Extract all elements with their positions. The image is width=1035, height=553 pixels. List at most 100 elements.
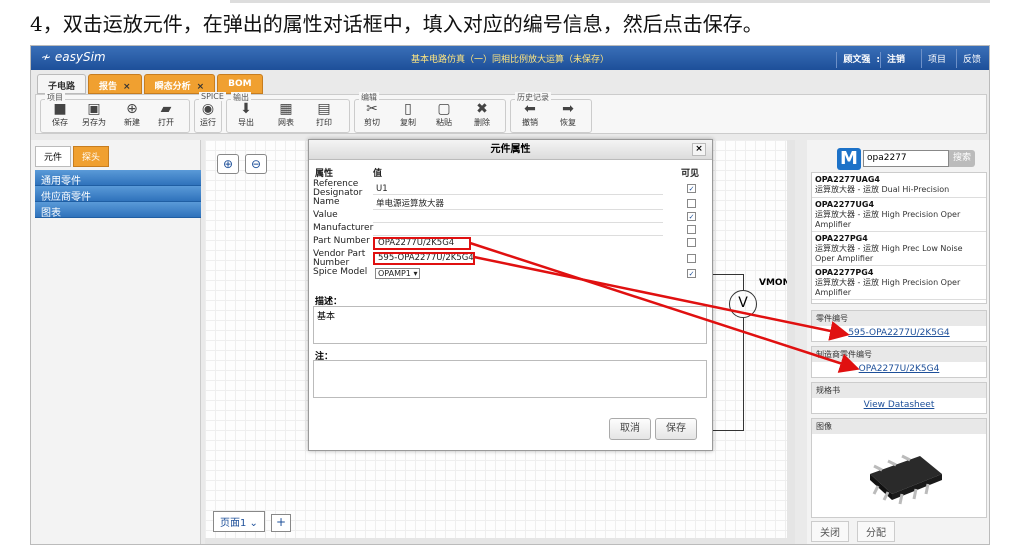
save-button[interactable]: ■ 保存 <box>44 101 76 128</box>
prop-row-manufacturer: Manufacturer <box>313 224 705 237</box>
dialog-header: 元件属性 × <box>309 140 712 160</box>
value-field[interactable] <box>373 211 663 223</box>
sidebar-item-vendor-parts[interactable]: 供应商零件 <box>35 186 201 203</box>
part-search-input[interactable]: opa2277 <box>863 150 949 167</box>
new-button[interactable]: ⊕ 新建 <box>116 101 148 128</box>
close-button[interactable]: 关闭 <box>811 521 849 542</box>
printer-icon: ▤ <box>317 101 331 117</box>
wire <box>713 274 743 275</box>
user-name: 顾文强: 注销 <box>830 49 917 68</box>
mouser-logo: M <box>837 148 861 170</box>
part-number-field[interactable]: OPA2277U/2K5G4 <box>373 237 471 250</box>
search-button[interactable]: 搜索 <box>949 150 975 167</box>
tab-transient[interactable]: 瞬态分析 × <box>143 74 216 94</box>
voltmeter-icon[interactable]: V <box>729 290 757 318</box>
undo-button[interactable]: ⬅ 撤销 <box>514 101 546 128</box>
vmon-label: VMON <box>759 278 791 288</box>
tab-probes[interactable]: 探头 <box>73 146 110 167</box>
visible-checkbox[interactable] <box>687 199 696 208</box>
visible-checkbox[interactable]: ✓ <box>687 269 696 278</box>
scissors-icon: ✂ <box>366 101 378 117</box>
wire <box>743 274 744 290</box>
netlist-icon: ▦ <box>279 101 293 117</box>
logout-link[interactable]: 注销 <box>879 52 911 68</box>
visible-checkbox[interactable]: ✓ <box>687 212 696 221</box>
close-icon[interactable]: × <box>197 82 205 92</box>
export-button[interactable]: ⬇ 导出 <box>230 101 262 128</box>
download-icon: ⬇ <box>240 101 252 117</box>
prop-row-refdes: Reference Designator U1 ✓ <box>313 179 696 198</box>
right-footer: 关闭 分配 <box>811 521 895 542</box>
tab-bom[interactable]: BOM <box>217 74 263 94</box>
tab-subcircuit[interactable]: 子电路 <box>37 74 87 94</box>
feedback-link[interactable]: 反馈 <box>955 49 987 68</box>
tab-components[interactable]: 元件 <box>35 146 72 167</box>
zoom-out-icon[interactable]: ⊖ <box>245 154 267 174</box>
assign-button[interactable]: 分配 <box>857 521 895 542</box>
copy-button[interactable]: ▯ 复制 <box>392 101 424 128</box>
tab-report[interactable]: 报告 × <box>88 74 142 94</box>
part-number-value[interactable]: 595-OPA2277U/2K5G4 <box>812 326 986 341</box>
vendor-part-field[interactable]: 595-OPA2277U/2K5G4 <box>373 252 475 265</box>
part-number-box: 零件编号 595-OPA2277U/2K5G4 <box>811 310 987 342</box>
title-links: 顾文强: 注销 项目 反馈 <box>830 49 987 68</box>
manufacturer-field[interactable] <box>373 224 663 236</box>
right-panel: M opa2277 搜索 OPA2277UAG4 运算放大器 - 运放 Dual … <box>807 140 989 544</box>
chevron-down-icon: ▾ <box>413 269 418 278</box>
sidebar-item-charts[interactable]: 图表 <box>35 202 201 219</box>
delete-button[interactable]: ✖ 删除 <box>466 101 498 128</box>
datasheet-link[interactable]: View Datasheet <box>812 398 986 413</box>
app-logo: ≁ easySim <box>41 50 106 64</box>
save-as-icon: ▣ <box>87 101 101 117</box>
print-button[interactable]: ▤ 打印 <box>308 101 340 128</box>
visible-checkbox[interactable] <box>687 254 696 263</box>
list-item[interactable]: OPA2277PG4 运算放大器 - 运放 High Precision Oper… <box>812 266 986 300</box>
top-rule <box>230 0 990 3</box>
list-item[interactable]: OPA2277UG4 运算放大器 - 运放 High Precision Oper… <box>812 198 986 232</box>
new-icon: ⊕ <box>126 101 138 117</box>
page-select[interactable]: 页面1 ⌄ <box>213 511 265 532</box>
close-icon[interactable]: × <box>692 143 706 156</box>
component-properties-dialog: 元件属性 × 属性 值 可见 Reference Designator U1 ✓… <box>308 139 713 451</box>
col-property: 属性 <box>315 169 334 179</box>
redo-button[interactable]: ➡ 恢复 <box>552 101 584 128</box>
play-icon: ◉ <box>201 101 215 117</box>
cancel-button[interactable]: 取消 <box>609 418 651 440</box>
wire <box>743 318 744 430</box>
name-field[interactable]: 单电源运算放大器 <box>373 198 663 210</box>
list-item[interactable]: OPA227PG4 运算放大器 - 运放 High Prec Low Noise … <box>812 232 986 266</box>
spice-model-select[interactable]: OPAMP1 ▾ <box>375 268 421 279</box>
vertical-scrollbar[interactable] <box>787 140 795 544</box>
description-textarea[interactable]: 基本 <box>313 306 707 344</box>
sidebar-item-generic-parts[interactable]: 通用零件 <box>35 170 201 187</box>
cut-button[interactable]: ✂ 剪切 <box>356 101 388 128</box>
datasheet-box: 规格书 View Datasheet <box>811 382 987 414</box>
horizontal-scrollbar[interactable] <box>205 538 795 544</box>
title-bar: ≁ easySim 基本电路仿真（一）同相比例放大运算（未保存） 顾文强: 注销 … <box>31 46 989 70</box>
add-page-button[interactable]: + <box>271 514 291 532</box>
prop-row-part-number: Part Number OPA2277U/2K5G4 <box>313 237 705 250</box>
instruction-caption: 4，双击运放元件，在弹出的属性对话框中，填入对应的编号信息，然后点击保存。 <box>30 12 763 36</box>
visible-checkbox[interactable]: ✓ <box>687 184 696 193</box>
paste-button[interactable]: ▢ 粘贴 <box>428 101 460 128</box>
document-tabs: 子电路 报告 × 瞬态分析 × BOM <box>31 74 263 94</box>
save-as-button[interactable]: ▣ 另存为 <box>78 101 110 128</box>
netlist-button[interactable]: ▦ 网表 <box>270 101 302 128</box>
close-icon[interactable]: × <box>123 82 131 92</box>
mfr-number-value[interactable]: OPA2277U/2K5G4 <box>812 362 986 377</box>
mfr-number-box: 制造商零件编号 OPA2277U/2K5G4 <box>811 346 987 378</box>
open-button[interactable]: ▰ 打开 <box>150 101 182 128</box>
run-button[interactable]: ◉ 运行 <box>192 101 224 128</box>
list-item[interactable]: OPA2277UAG4 运算放大器 - 运放 Dual Hi-Precision <box>812 173 986 198</box>
project-link[interactable]: 项目 <box>920 49 952 68</box>
refdes-field[interactable]: U1 <box>373 183 663 195</box>
visible-checkbox[interactable] <box>687 225 696 234</box>
chip-image <box>870 454 942 505</box>
left-panel: 元件 探头 通用零件 供应商零件 图表 <box>31 140 201 544</box>
prop-row-spice-model: Spice Model OPAMP1 ▾ ✓ <box>313 267 696 279</box>
save-dialog-button[interactable]: 保存 <box>655 418 697 440</box>
note-textarea[interactable] <box>313 360 707 398</box>
zoom-in-icon[interactable]: ⊕ <box>217 154 239 174</box>
delete-icon: ✖ <box>476 101 488 117</box>
visible-checkbox[interactable] <box>687 238 696 247</box>
